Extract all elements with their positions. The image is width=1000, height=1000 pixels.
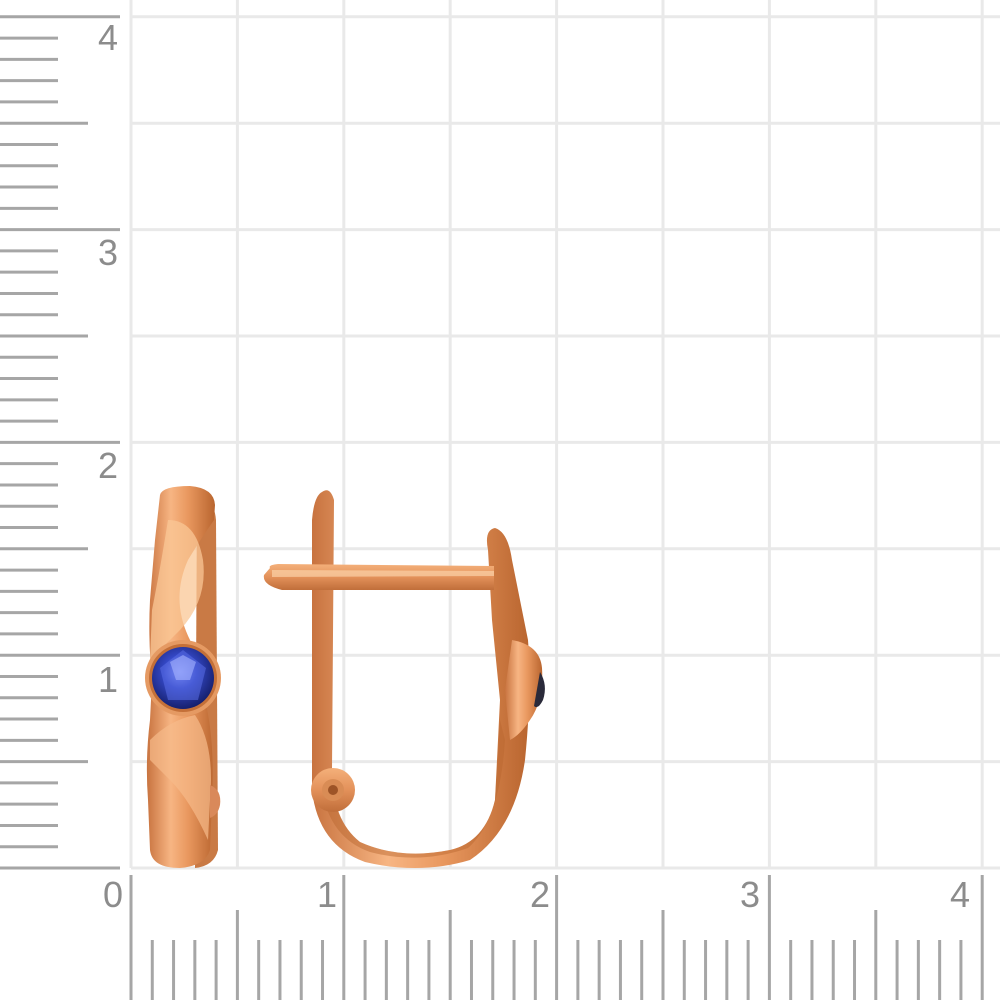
vertical-ruler-label-1: 1 (98, 659, 118, 700)
vertical-ruler-label-4: 4 (98, 17, 118, 58)
vertical-ruler-label-2: 2 (98, 445, 118, 486)
vertical-ruler-label-3: 3 (98, 232, 118, 273)
horizontal-ruler (129, 875, 984, 1000)
earrings-scene: 4 3 2 1 0 1 2 3 4 (0, 0, 1000, 1000)
product-photo: 4 3 2 1 0 1 2 3 4 (0, 0, 1000, 1000)
vertical-ruler (0, 15, 120, 870)
horizontal-ruler-label-1: 1 (317, 874, 337, 915)
earring-front-view (145, 486, 221, 868)
horizontal-ruler-label-4: 4 (950, 874, 970, 915)
horizontal-ruler-label-3: 3 (740, 874, 760, 915)
horizontal-ruler-label-0: 0 (103, 874, 123, 915)
background-grid (129, 0, 1000, 870)
horizontal-ruler-label-2: 2 (530, 874, 550, 915)
earring-side-view (263, 490, 545, 869)
